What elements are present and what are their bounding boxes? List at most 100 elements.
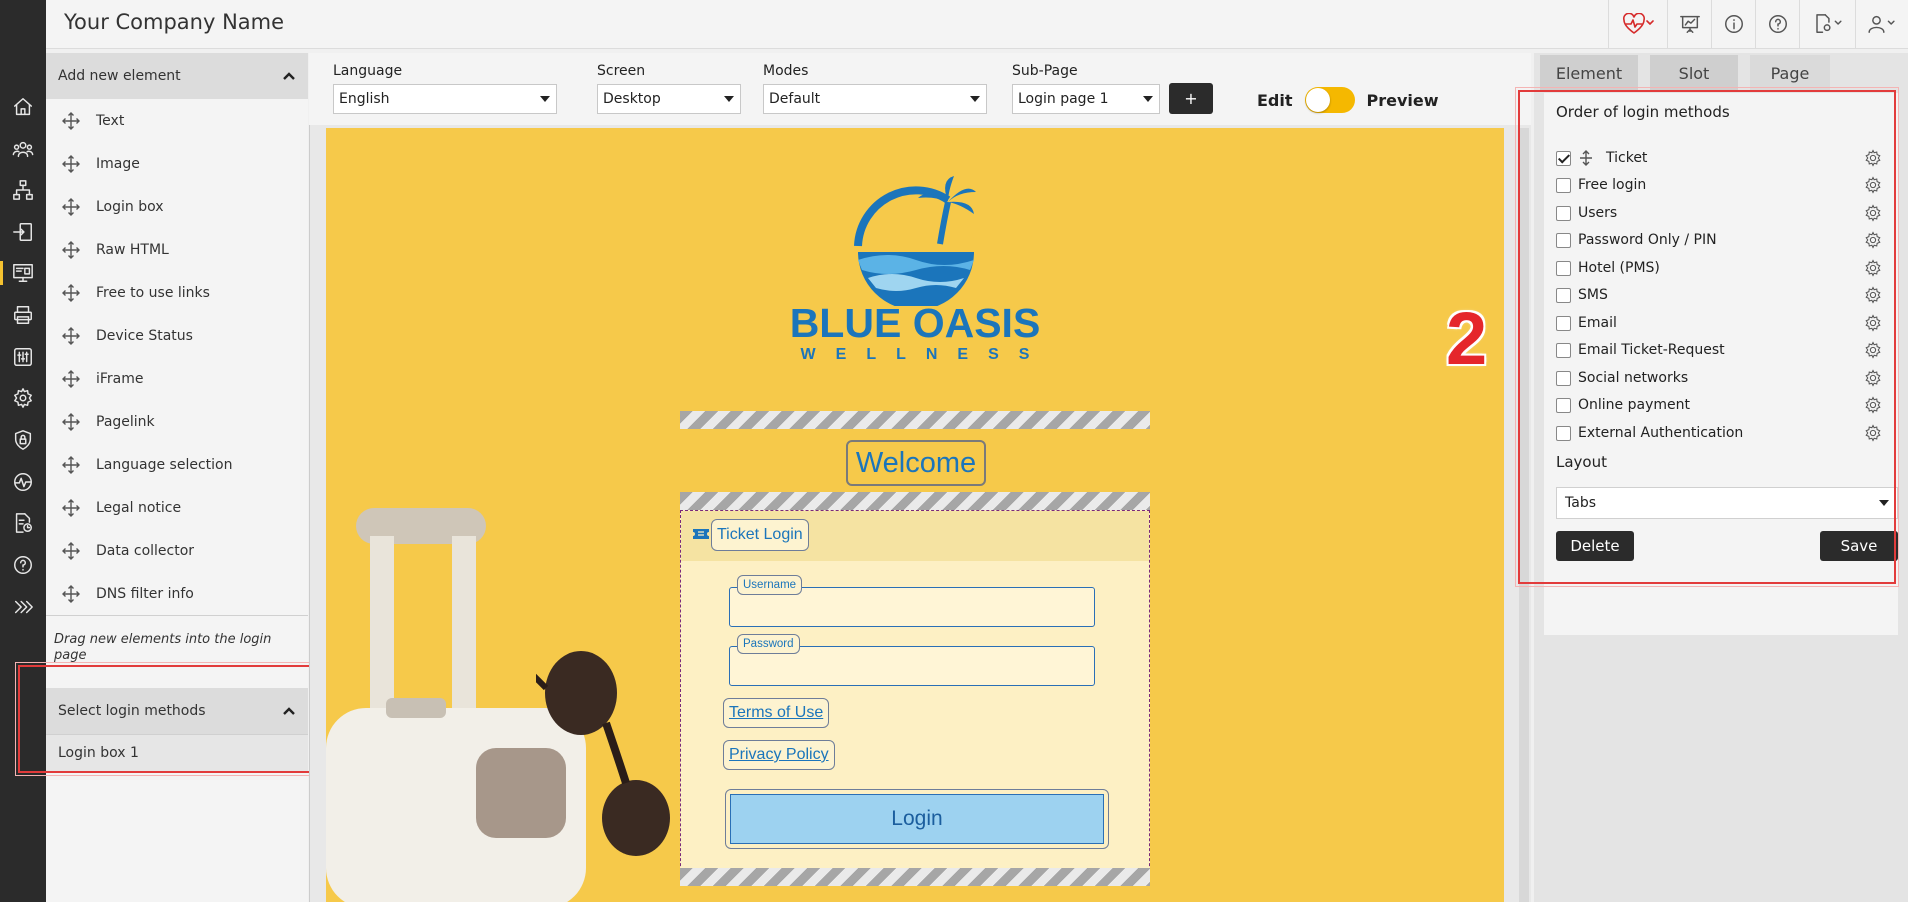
nav-help[interactable] <box>0 547 46 583</box>
modes-select[interactable]: Default <box>763 84 987 114</box>
caret-down-icon <box>970 96 980 102</box>
element-data-collector[interactable]: Data collector <box>46 529 308 572</box>
tab-page[interactable]: Page <box>1750 55 1830 91</box>
document-settings-button[interactable] <box>1799 0 1855 48</box>
nav-expand[interactable] <box>0 589 46 625</box>
info-button[interactable] <box>1711 0 1755 48</box>
language-label: Language <box>333 63 403 79</box>
user-icon <box>1868 15 1895 33</box>
drag-move-icon <box>62 584 80 603</box>
drag-move-icon <box>62 111 80 130</box>
element-language-selection[interactable]: Language selection <box>46 443 308 486</box>
health-monitor-button[interactable] <box>1608 0 1667 48</box>
ticket-icon <box>693 529 709 539</box>
element-list: Text Image Login box Raw HTML Free to us… <box>46 99 308 616</box>
welcome-text[interactable]: Welcome <box>846 440 986 486</box>
presentation-button[interactable] <box>1667 0 1711 48</box>
modes-group: Modes Default <box>763 63 987 114</box>
ticket-login-tab[interactable]: Ticket Login <box>711 519 809 551</box>
annotation-box-1 <box>15 662 339 776</box>
slot-divider <box>680 411 1150 429</box>
add-element-header[interactable]: Add new element <box>46 53 308 99</box>
drag-move-icon <box>62 240 80 259</box>
nav-portal-designer[interactable] <box>0 255 46 291</box>
password-label: Password <box>737 634 800 654</box>
help-icon <box>1768 15 1787 33</box>
login-button-wrapper: Login <box>725 789 1109 849</box>
header-actions <box>1608 0 1908 48</box>
chevron-up-icon[interactable] <box>282 69 296 83</box>
nav-reports[interactable] <box>0 505 46 541</box>
brand-subtitle: WELLNESS <box>800 346 1050 363</box>
nav-printer[interactable] <box>0 297 46 333</box>
login-box[interactable]: Ticket Login Username Password Terms of … <box>680 510 1150 886</box>
element-pagelink[interactable]: Pagelink <box>46 400 308 443</box>
nav-home[interactable] <box>0 89 46 125</box>
switch-knob <box>1305 88 1330 112</box>
element-text[interactable]: Text <box>46 99 308 142</box>
login-button[interactable]: Login <box>730 794 1104 844</box>
subpage-group: Sub-Page Login page 1 <box>1012 63 1160 114</box>
nav-settings-sliders[interactable] <box>0 339 46 375</box>
element-image[interactable]: Image <box>46 142 308 185</box>
monitoring-icon <box>14 473 32 491</box>
help-icon <box>14 556 32 574</box>
screen-select[interactable]: Desktop <box>597 84 741 114</box>
caret-down-icon <box>1143 96 1153 102</box>
document-settings-icon <box>1815 14 1842 33</box>
canvas-frame: BLUE OASIS WELLNESS Welcome Ticket Login… <box>309 125 1531 902</box>
users-group-icon <box>12 141 34 158</box>
edit-label: Edit <box>1257 90 1293 110</box>
printer-icon <box>14 306 32 324</box>
subpage-select[interactable]: Login page 1 <box>1012 84 1160 114</box>
tab-element[interactable]: Element <box>1540 55 1638 91</box>
gear-icon <box>14 388 32 408</box>
screen-label: Screen <box>597 63 646 79</box>
nav-gear[interactable] <box>0 380 46 416</box>
edit-preview-switch[interactable] <box>1304 87 1355 113</box>
modes-label: Modes <box>763 63 809 79</box>
drag-move-icon <box>62 326 80 345</box>
privacy-policy-link[interactable]: Privacy Policy <box>723 740 835 770</box>
login-page-preview[interactable]: BLUE OASIS WELLNESS Welcome Ticket Login… <box>326 128 1504 902</box>
left-panel: Add new element Text Image Login box Raw… <box>46 53 308 902</box>
caret-down-icon <box>540 96 550 102</box>
add-subpage-button[interactable]: + <box>1169 83 1213 114</box>
nav-network[interactable] <box>0 172 46 208</box>
drag-move-icon <box>62 541 80 560</box>
preview-label: Preview <box>1366 90 1439 110</box>
annotation-marker-2: 2 <box>1446 297 1488 380</box>
drag-move-icon <box>62 154 80 173</box>
caret-down-icon <box>724 96 734 102</box>
top-header: Your Company Name <box>46 0 1908 49</box>
element-free-links[interactable]: Free to use links <box>46 271 308 314</box>
health-monitor-icon <box>1622 13 1654 34</box>
help-button[interactable] <box>1755 0 1799 48</box>
element-raw-html[interactable]: Raw HTML <box>46 228 308 271</box>
terms-of-use-link[interactable]: Terms of Use <box>723 698 830 728</box>
nav-login[interactable] <box>0 214 46 250</box>
drag-move-icon <box>62 369 80 388</box>
element-dns-filter-info[interactable]: DNS filter info <box>46 572 308 615</box>
nav-users[interactable] <box>0 131 46 167</box>
element-legal-notice[interactable]: Legal notice <box>46 486 308 529</box>
element-iframe[interactable]: iFrame <box>46 357 308 400</box>
tab-slot[interactable]: Slot <box>1650 55 1738 91</box>
sunglasses-image <box>536 651 670 856</box>
annotation-box-2 <box>1515 87 1899 587</box>
editor-toolbar: Language English Screen Desktop Modes De… <box>309 53 1531 125</box>
properties-tabs: Element Slot Page <box>1540 55 1842 91</box>
add-element-title: Add new element <box>58 68 181 84</box>
slot-divider <box>680 868 1150 886</box>
brand-name: BLUE OASIS <box>789 300 1041 346</box>
network-icon <box>13 180 33 200</box>
nav-security[interactable] <box>0 422 46 458</box>
language-group: Language English <box>333 63 557 114</box>
drag-move-icon <box>62 455 80 474</box>
element-login-box[interactable]: Login box <box>46 185 308 228</box>
language-select[interactable]: English <box>333 84 557 114</box>
element-device-status[interactable]: Device Status <box>46 314 308 357</box>
user-menu-button[interactable] <box>1855 0 1908 48</box>
sliders-icon <box>14 348 32 366</box>
nav-monitoring[interactable] <box>0 464 46 500</box>
